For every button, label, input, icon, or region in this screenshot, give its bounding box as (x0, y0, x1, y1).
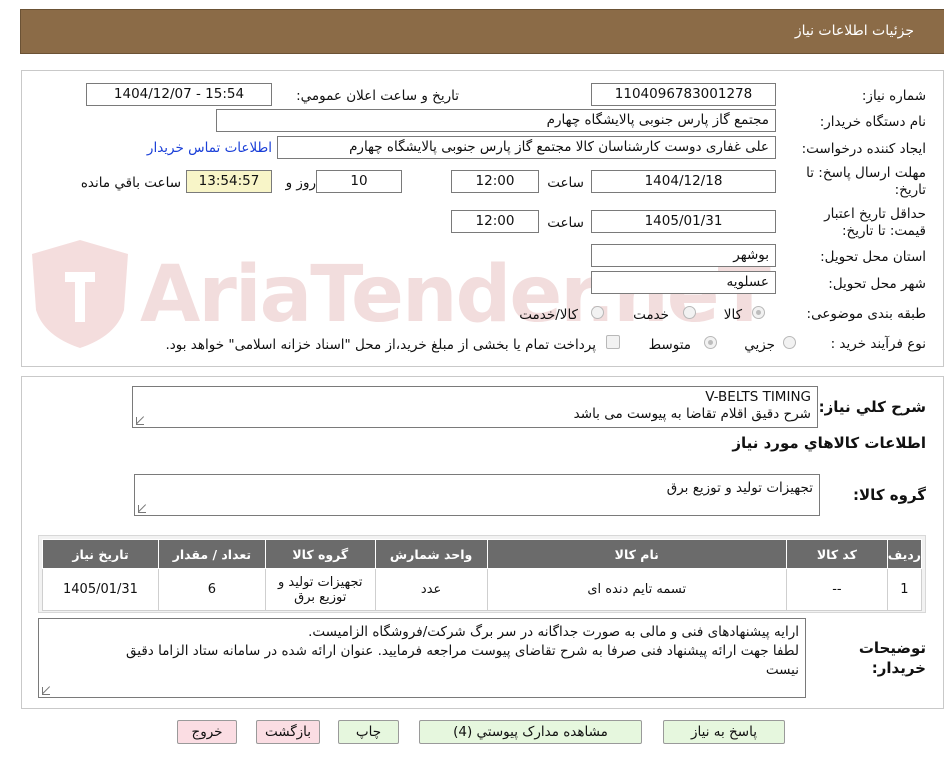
purchase-radio-minor[interactable] (783, 336, 796, 349)
purchase-option-medium: متوسط (648, 337, 691, 353)
print-button[interactable]: چاپ (338, 720, 399, 744)
buyer-notes-line-2: لطفا جهت ارائه پیشنهاد فنی صرفا به شرح ت… (126, 643, 799, 659)
category-option-goods: کالا (723, 307, 742, 323)
cell-unit: عدد (374, 568, 488, 611)
table-header-row: ردیف کد کالا نام کالا واحد شمارش گروه کا… (42, 539, 923, 569)
price-validity-time-field[interactable]: 12:00 (451, 210, 539, 233)
price-validity-date-field[interactable]: 1405/01/31 (591, 210, 776, 233)
purchase-option-minor: جزیي (744, 337, 775, 353)
goods-info-title: اطلاعات کالاهاي مورد نیاز (732, 434, 926, 452)
province-label: استان محل تحویل: (820, 249, 926, 265)
price-validity-label: حداقل تاریخ اعتبار قیمت: تا تاریخ: (824, 206, 926, 239)
items-table-wrapper: ردیف کد کالا نام کالا واحد شمارش گروه کا… (38, 535, 926, 613)
purchase-radio-medium[interactable] (704, 336, 717, 349)
announce-datetime-field[interactable]: 1404/12/07 - 15:54 (86, 83, 272, 106)
remaining-days-label: روز و (285, 175, 316, 191)
summary-textarea[interactable]: V-BELTS TIMING شرح دقیق اقلام تقاضا به پ… (132, 386, 818, 428)
city-field[interactable]: عسلویه (591, 271, 776, 294)
col-header-item-name: نام کالا (486, 539, 787, 569)
resize-grip-icon[interactable] (42, 687, 50, 695)
col-header-item-code: کد کالا (785, 539, 888, 569)
cell-goods-group: تجهیزات تولید و توزیع برق (264, 568, 376, 611)
col-header-row-number: ردیف (886, 539, 923, 569)
buyer-org-label: نام دستگاه خریدار: (819, 114, 926, 130)
announce-datetime-label: تاریخ و ساعت اعلان عمومي: (296, 88, 459, 104)
province-field[interactable]: بوشهر (591, 244, 776, 267)
items-table: ردیف کد کالا نام کالا واحد شمارش گروه کا… (42, 539, 923, 611)
goods-group-label: گروه کالا: (853, 486, 926, 504)
buyer-org-field[interactable]: مجتمع گاز پارس جنوبی پالایشگاه چهارم (216, 109, 776, 132)
need-number-label: شماره نیاز: (861, 88, 926, 104)
buyer-notes-textarea[interactable]: ارایه پیشنهادهای فنی و مالی به صورت جداگ… (38, 618, 806, 698)
resize-grip-icon[interactable] (136, 417, 144, 425)
treasury-payment-note: پرداخت تمام یا بخشی از مبلغ خرید،از محل … (165, 337, 596, 353)
summary-line-2: شرح دقیق اقلام تقاضا به پیوست می باشد (573, 406, 811, 422)
cell-row-number: 1 (886, 568, 923, 611)
reply-deadline-time-label: ساعت (547, 175, 584, 191)
buyer-contact-link[interactable]: اطلاعات تماس خریدار (147, 140, 272, 156)
summary-label: شرح کلي نیاز: (818, 398, 926, 416)
reply-button[interactable]: پاسخ به نیاز (663, 720, 785, 744)
category-option-goods-service: کالا/خدمت (519, 307, 578, 323)
category-radio-service[interactable] (683, 306, 696, 319)
col-header-quantity: تعداد / مقدار (157, 539, 266, 569)
category-option-service: خدمت (633, 307, 669, 323)
city-label: شهر محل تحویل: (828, 276, 926, 292)
need-number-field[interactable]: 1104096783001278 (591, 83, 776, 106)
buyer-notes-line-3: نیست (765, 662, 799, 678)
category-radio-goods[interactable] (752, 306, 765, 319)
summary-line-1: V-BELTS TIMING (705, 389, 811, 405)
purchase-type-label: نوع فرآیند خرید : (830, 336, 926, 352)
exit-button[interactable]: خروج (177, 720, 237, 744)
reply-deadline-date-field[interactable]: 1404/12/18 (591, 170, 776, 193)
requester-field[interactable]: علی غفاری دوست کارشناسان کالا مجتمع گاز … (277, 136, 776, 159)
remaining-days-field[interactable]: 10 (316, 170, 402, 193)
remaining-time-label: ساعت باقي مانده (80, 175, 181, 191)
col-header-need-date: تاریخ نیاز (42, 539, 159, 569)
goods-group-value: تجهیزات تولید و توزیع برق (666, 480, 813, 496)
buyer-notes-line-1: ارایه پیشنهادهای فنی و مالی به صورت جداگ… (308, 624, 799, 640)
table-row: 1 -- تسمه تایم دنده ای عدد تجهیزات تولید… (42, 568, 923, 611)
reply-deadline-label: مهلت ارسال پاسخ: تا تاریخ: (806, 165, 926, 198)
back-button[interactable]: بازگشت (256, 720, 320, 744)
cell-item-code: -- (785, 568, 888, 611)
price-validity-time-label: ساعت (547, 215, 584, 231)
cell-quantity: 6 (157, 568, 266, 611)
cell-item-name: تسمه تایم دنده ای (486, 568, 787, 611)
col-header-unit: واحد شمارش (374, 539, 488, 569)
col-header-goods-group: گروه کالا (264, 539, 376, 569)
view-attachments-button[interactable]: مشاهده مدارک پیوستي (4) (419, 720, 642, 744)
requester-label: ایجاد کننده درخواست: (801, 141, 926, 157)
buyer-notes-label: توضیحات خریدار: (858, 639, 926, 677)
resize-grip-icon[interactable] (138, 505, 146, 513)
category-label: طبقه بندی موضوعی: (806, 306, 926, 322)
goods-group-textarea[interactable]: تجهیزات تولید و توزیع برق (134, 474, 820, 516)
remaining-time-field: 13:54:57 (186, 170, 272, 193)
treasury-payment-checkbox[interactable] (606, 335, 620, 349)
reply-deadline-time-field[interactable]: 12:00 (451, 170, 539, 193)
cell-need-date: 1405/01/31 (42, 568, 159, 611)
page-title: جزئیات اطلاعات نیاز (794, 23, 914, 39)
category-radio-goods-service[interactable] (591, 306, 604, 319)
